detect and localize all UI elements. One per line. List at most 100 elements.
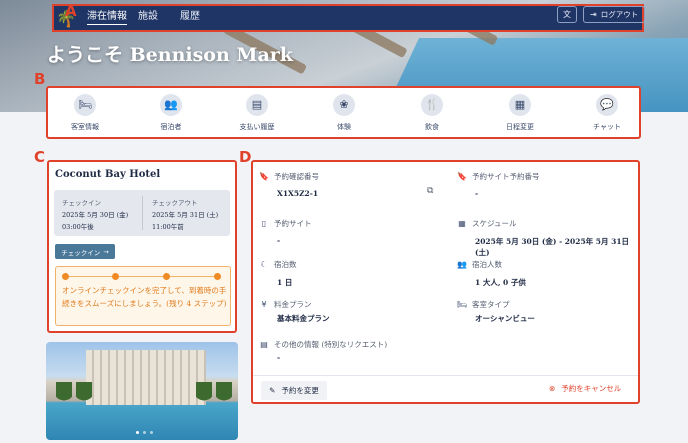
translate-icon: 文	[563, 10, 571, 19]
other-info-value: -	[277, 353, 281, 362]
quick-item-reschedule[interactable]: ▦ 日程変更	[485, 94, 555, 132]
carousel-dot[interactable]	[150, 431, 153, 434]
booking-site-value: -	[277, 236, 281, 245]
moon-icon: ☾	[260, 260, 268, 269]
lotus-icon: ❀	[333, 94, 355, 116]
nav-link-stay-info[interactable]: 滞在情報	[87, 7, 127, 25]
edit-icon: ✎	[269, 386, 276, 395]
logout-icon: ⇥	[590, 10, 597, 19]
checkin-label: チェックイン	[62, 199, 101, 207]
change-reservation-button[interactable]: ✎ 予約を変更	[261, 381, 327, 400]
checkin-time: 03:00午後	[62, 223, 94, 231]
field-label: その他の情報 (特別なリクエスト)	[274, 340, 388, 349]
checkout-date: 2025年 5月 31日 (土)	[152, 211, 219, 219]
copy-icon[interactable]: ⧉	[427, 186, 433, 196]
quick-item-dining[interactable]: 🍴 飲食	[397, 94, 467, 132]
change-reservation-label: 予約を変更	[281, 386, 319, 395]
field-label: 予約サイト予約番号	[472, 172, 540, 181]
hotel-building	[86, 350, 206, 405]
calendar-icon: ▦	[458, 219, 466, 228]
nav-link-facilities[interactable]: 施設	[138, 7, 158, 22]
divider	[253, 375, 638, 376]
site-number-field: 🔖 予約サイト予約番号 -	[457, 171, 540, 198]
field-label: 予約確認番号	[274, 172, 319, 181]
checkin-date: 2025年 5月 30日 (金)	[62, 211, 129, 219]
quick-item-label: 宿泊者	[160, 123, 182, 131]
field-label: 客室タイプ	[472, 300, 510, 309]
reservation-details: 🔖 予約確認番号 X1X5Z2-1 ⧉ 🔖 予約サイト予約番号 - ▯ 予約サイト -…	[251, 160, 640, 404]
phone-icon: ▯	[261, 219, 267, 228]
quick-item-payments[interactable]: ▤ 支払い履歴	[222, 94, 292, 132]
quick-item-chat[interactable]: 💬 チャット	[572, 94, 642, 132]
cancel-reservation-button[interactable]: ⊗ 予約をキャンセル	[549, 383, 621, 394]
quick-item-experiences[interactable]: ❀ 体験	[309, 94, 379, 132]
carousel-dots	[136, 431, 153, 434]
dining-icon: 🍴	[421, 94, 443, 116]
online-checkin-message: オンラインチェックインを完了して、到着時の手続きをスムーズにしましょう。(残り …	[62, 286, 227, 308]
callout-a: A	[65, 2, 77, 20]
bed-icon: 🛏	[74, 94, 96, 116]
callout-c: C	[34, 148, 46, 166]
hotel-photo-carousel[interactable]	[46, 342, 238, 440]
nav-link-history[interactable]: 履歴	[180, 7, 200, 22]
field-label: 宿泊数	[274, 260, 297, 269]
receipt-icon: ▤	[246, 94, 268, 116]
schedule-value: 2025年 5月 30日 (金) - 2025年 5月 31日 (土)	[475, 237, 630, 257]
other-info-field: ▤ その他の情報 (特別なリクエスト) -	[259, 339, 387, 362]
schedule-field: ▦ スケジュール 2025年 5月 30日 (金) - 2025年 5月 31日 …	[457, 218, 638, 258]
note-icon: ▤	[260, 340, 268, 349]
progress-step-dot	[62, 273, 69, 280]
checkout-time: 11:00午前	[152, 223, 184, 231]
yen-icon: ¥	[261, 300, 267, 309]
cancel-reservation-label: 予約をキャンセル	[561, 384, 622, 393]
language-button[interactable]: 文	[557, 6, 577, 23]
nights-field: ☾ 宿泊数 1 日	[259, 259, 297, 288]
quick-item-label: 支払い履歴	[239, 123, 275, 131]
logout-button[interactable]: ⇥ ログアウト	[583, 6, 646, 23]
field-label: スケジュール	[472, 219, 517, 228]
rate-plan-value: 基本料金プラン	[277, 314, 330, 323]
confirmation-field: 🔖 予約確認番号 X1X5Z2-1	[259, 171, 319, 198]
palm-tree	[56, 382, 72, 412]
palm-tree	[76, 382, 92, 412]
carousel-dot[interactable]	[143, 431, 146, 434]
progress-step-dot	[112, 273, 119, 280]
quick-item-label: チャット	[593, 123, 621, 131]
checkin-button-label: チェックイン	[61, 248, 101, 257]
carousel-dot[interactable]	[136, 431, 139, 434]
quick-item-label: 日程変更	[506, 123, 534, 131]
callout-b: B	[34, 70, 46, 88]
guests-icon: 👥	[457, 260, 467, 269]
checkin-progress-track	[66, 276, 221, 277]
bed-icon: 🛏	[457, 300, 468, 309]
cancel-circle-icon: ⊗	[549, 384, 556, 393]
guests-field: 👥 宿泊人数 1 大人, 0 子供	[457, 259, 526, 288]
site-number-value: -	[475, 189, 479, 198]
arrow-right-icon: →	[103, 247, 109, 256]
quick-item-room-info[interactable]: 🛏 客室情報	[50, 94, 120, 132]
guests-icon: 👥	[160, 94, 182, 116]
field-label: 予約サイト	[274, 219, 312, 228]
hotel-card: Coconut Bay Hotel チェックイン 2025年 5月 30日 (金…	[47, 160, 237, 333]
room-type-field: 🛏 客室タイプ オーシャンビュー	[457, 299, 535, 324]
palm-tree	[196, 382, 212, 412]
quick-item-label: 客室情報	[71, 123, 99, 131]
stay-dates-box: チェックイン 2025年 5月 30日 (金) 03:00午後 チェックアウト …	[54, 190, 230, 236]
palm-tree	[216, 382, 232, 412]
checkout-label: チェックアウト	[152, 199, 198, 207]
rate-plan-field: ¥ 料金プラン 基本料金プラン	[259, 299, 330, 324]
quick-menu: 🛏 客室情報 👥 宿泊者 ▤ 支払い履歴 ❀ 体験 🍴 飲食 ▦ 日程変更 💬 …	[46, 86, 641, 139]
callout-d: D	[239, 148, 252, 166]
progress-step-dot	[214, 273, 221, 280]
confirmation-number: X1X5Z2-1	[277, 189, 319, 198]
quick-item-label: 体験	[337, 123, 351, 131]
bookmark-icon: 🔖	[259, 172, 269, 181]
logout-label: ログアウト	[600, 10, 639, 19]
checkin-button[interactable]: チェックイン →	[55, 244, 115, 259]
online-checkin-box[interactable]: オンラインチェックインを完了して、到着時の手続きをスムーズにしましょう。(残り …	[55, 266, 231, 326]
field-label: 料金プラン	[274, 300, 312, 309]
progress-step-dot	[163, 273, 170, 280]
quick-item-guests[interactable]: 👥 宿泊者	[136, 94, 206, 132]
booking-site-field: ▯ 予約サイト -	[259, 218, 312, 245]
welcome-heading: ようこそ Bennison Mark	[47, 44, 293, 66]
